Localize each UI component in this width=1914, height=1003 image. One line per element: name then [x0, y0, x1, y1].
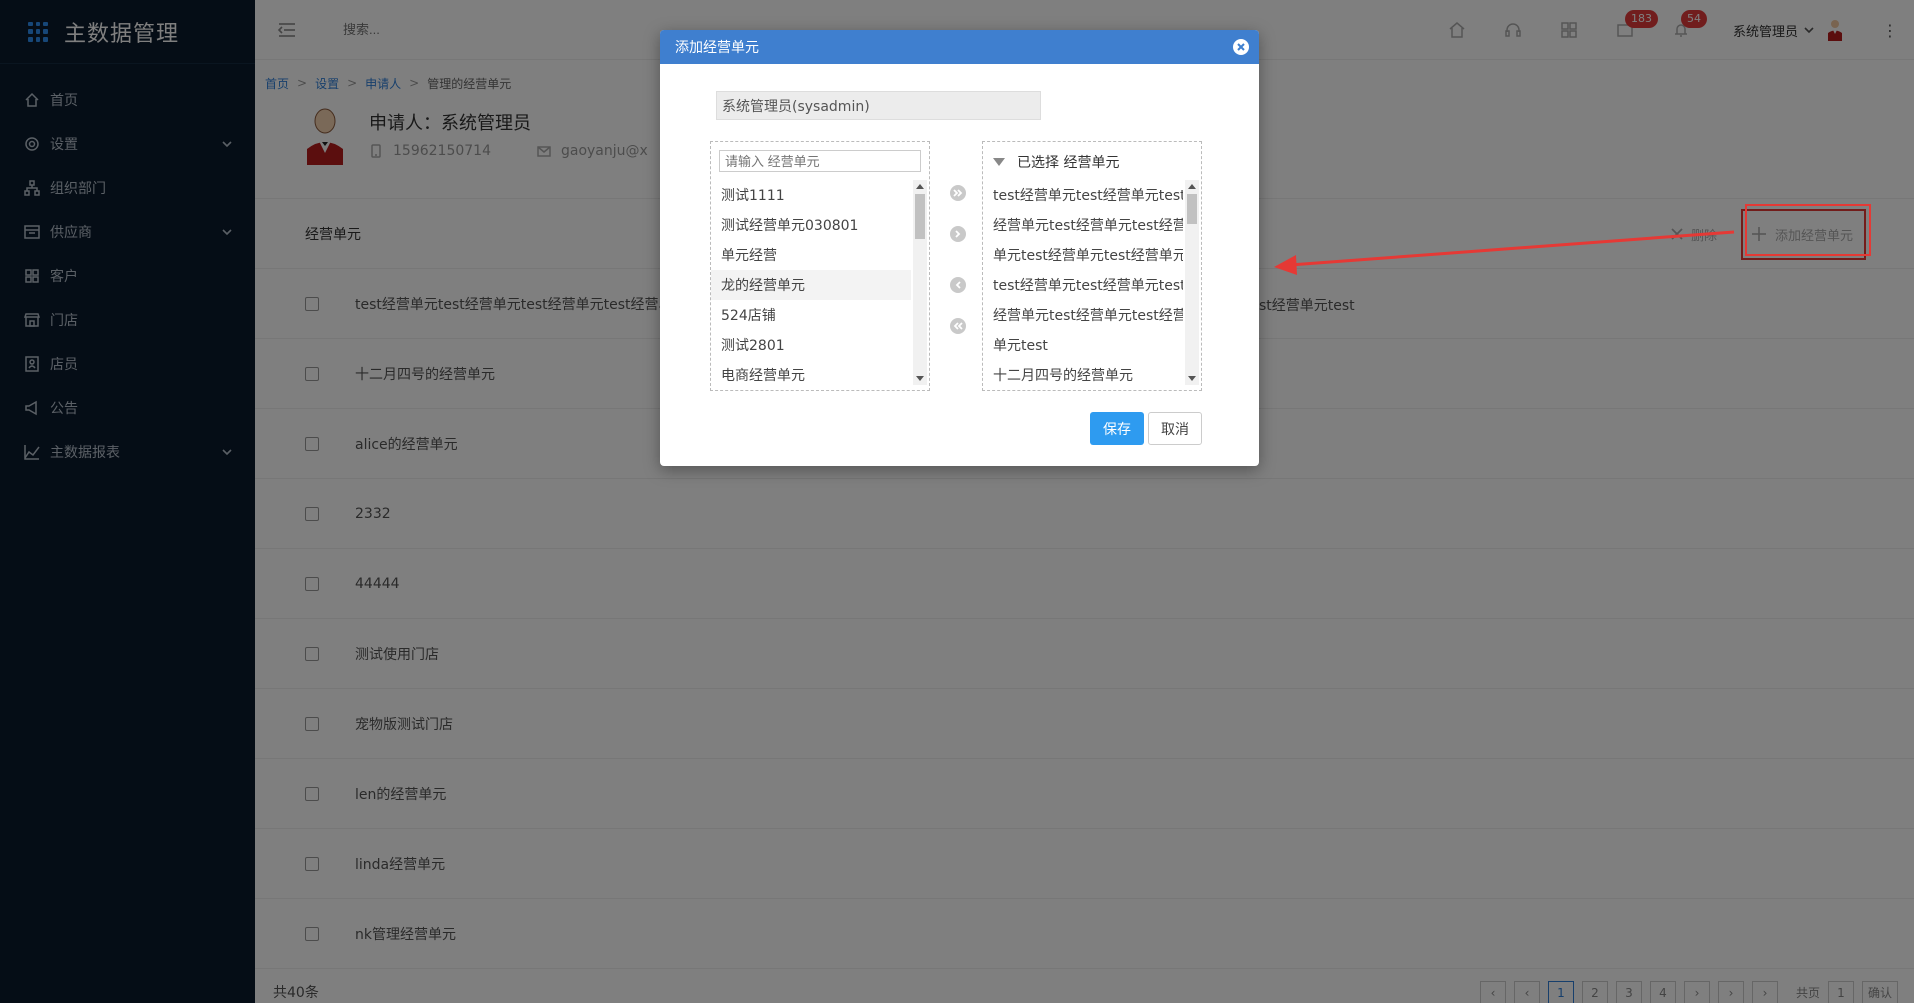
save-button[interactable]: 保存: [1090, 412, 1144, 445]
source-item[interactable]: 524店铺: [711, 300, 911, 330]
app-root: 主数据管理 首页设置组织部门供应商客户门店店员公告主数据报表 183: [0, 0, 1914, 1003]
target-header[interactable]: 已选择 经营单元: [993, 152, 1119, 172]
scroll-thumb[interactable]: [1187, 194, 1197, 224]
target-item[interactable]: 十二月四号的经营单元: [983, 360, 1183, 390]
source-list: 测试1111测试经营单元030801单元经营龙的经营单元524店铺测试2801电…: [710, 141, 930, 391]
move-left-icon[interactable]: [950, 277, 966, 293]
target-item[interactable]: 单元test: [983, 330, 1183, 360]
cancel-button[interactable]: 取消: [1148, 412, 1202, 445]
owner-field[interactable]: 系统管理员(sysadmin): [716, 91, 1041, 120]
target-scrollbar[interactable]: [1185, 180, 1199, 385]
move-right-icon[interactable]: [950, 226, 966, 242]
source-item[interactable]: 测试经营单元030801: [711, 210, 911, 240]
source-item[interactable]: 龙的经营单元: [711, 270, 911, 300]
scroll-down-icon[interactable]: [916, 376, 924, 381]
scroll-up-icon[interactable]: [1188, 184, 1196, 189]
source-scrollbar[interactable]: [913, 180, 927, 385]
target-item[interactable]: test经营单元test经营单元test: [983, 270, 1183, 300]
scroll-thumb[interactable]: [915, 194, 925, 239]
dialog-header: 添加经营单元: [660, 30, 1259, 64]
target-items: test经营单元test经营单元test 经营单元test经营单元test经营 单元…: [983, 180, 1183, 390]
unit-search-input[interactable]: [719, 150, 921, 172]
move-all-left-icon[interactable]: [950, 318, 966, 334]
target-header-label: 已选择 经营单元: [1017, 155, 1120, 171]
scroll-up-icon[interactable]: [916, 184, 924, 189]
scroll-down-icon[interactable]: [1188, 376, 1196, 381]
dialog-title: 添加经营单元: [675, 40, 759, 56]
target-item[interactable]: 经营单元test经营单元test经营: [983, 210, 1183, 240]
target-item[interactable]: 经营单元test经营单元test经营: [983, 300, 1183, 330]
add-unit-dialog: 添加经营单元 系统管理员(sysadmin) 测试1111测试经营单元03080…: [660, 30, 1259, 466]
source-item[interactable]: 测试1111: [711, 180, 911, 210]
close-icon[interactable]: [1233, 39, 1249, 55]
target-list: 已选择 经营单元 test经营单元test经营单元test 经营单元test经营单…: [982, 141, 1202, 391]
source-item[interactable]: 电商经营单元: [711, 360, 911, 390]
move-all-right-icon[interactable]: [950, 185, 966, 201]
source-item[interactable]: 测试2801: [711, 330, 911, 360]
target-item[interactable]: 单元test经营单元test经营单元: [983, 240, 1183, 270]
source-items: 测试1111 测试经营单元030801 单元经营 龙的经营单元 524店铺 测试2801 电…: [711, 180, 911, 390]
source-item[interactable]: 单元经营: [711, 240, 911, 270]
target-item[interactable]: test经营单元test经营单元test: [983, 180, 1183, 210]
caret-down-icon: [993, 158, 1005, 166]
